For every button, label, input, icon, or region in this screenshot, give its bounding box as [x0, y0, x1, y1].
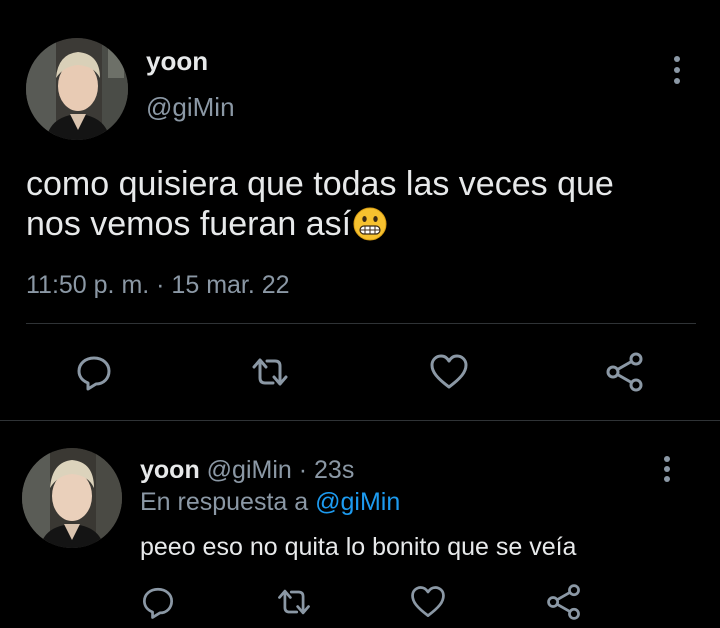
share-icon[interactable] — [603, 350, 647, 394]
reply-header: yoon @giMin · 23s — [140, 455, 354, 485]
tweet-text-line-2: nos vemos fueran así — [26, 204, 696, 244]
retweet-icon[interactable] — [248, 350, 292, 394]
reply-time-ago[interactable]: 23s — [314, 456, 354, 484]
tweet-timestamp[interactable]: 11:50 p. m. · 15 mar. 22 — [26, 270, 290, 300]
more-options-icon[interactable] — [662, 52, 692, 88]
avatar-photo — [22, 448, 122, 548]
avatar-photo — [26, 38, 128, 140]
reply-icon[interactable] — [72, 350, 116, 394]
tweet-text: como quisiera que todas las veces que no… — [26, 164, 696, 244]
like-icon[interactable] — [408, 582, 448, 622]
tweet-text-line-1: como quisiera que todas las veces que — [26, 165, 614, 203]
retweet-icon[interactable] — [274, 582, 314, 622]
reply-tweet-text: peeo eso no quita lo bonito que se veía — [140, 533, 577, 561]
main-tweet-avatar[interactable] — [26, 38, 128, 140]
reply-author-name[interactable]: yoon — [140, 456, 200, 484]
author-handle[interactable]: @giMin — [146, 92, 235, 122]
divider — [26, 323, 696, 324]
reply-icon[interactable] — [138, 582, 178, 622]
reply-tweet-avatar[interactable] — [22, 448, 122, 548]
replying-to-mention[interactable]: @giMin — [315, 488, 400, 516]
reply-author-handle[interactable]: @giMin — [207, 456, 292, 484]
more-options-icon[interactable] — [652, 452, 682, 486]
like-icon[interactable] — [427, 350, 471, 394]
tweet-text-line-2-words: nos vemos fueran así — [26, 205, 352, 243]
grimacing-face-emoji-icon — [353, 207, 387, 241]
replying-to: En respuesta a @giMin — [140, 487, 400, 517]
reply-separator: · — [298, 456, 308, 484]
share-icon[interactable] — [544, 582, 584, 622]
replying-to-prefix: En respuesta a — [140, 488, 309, 516]
author-name[interactable]: yoon — [146, 46, 208, 76]
tweet-separator — [0, 420, 720, 421]
